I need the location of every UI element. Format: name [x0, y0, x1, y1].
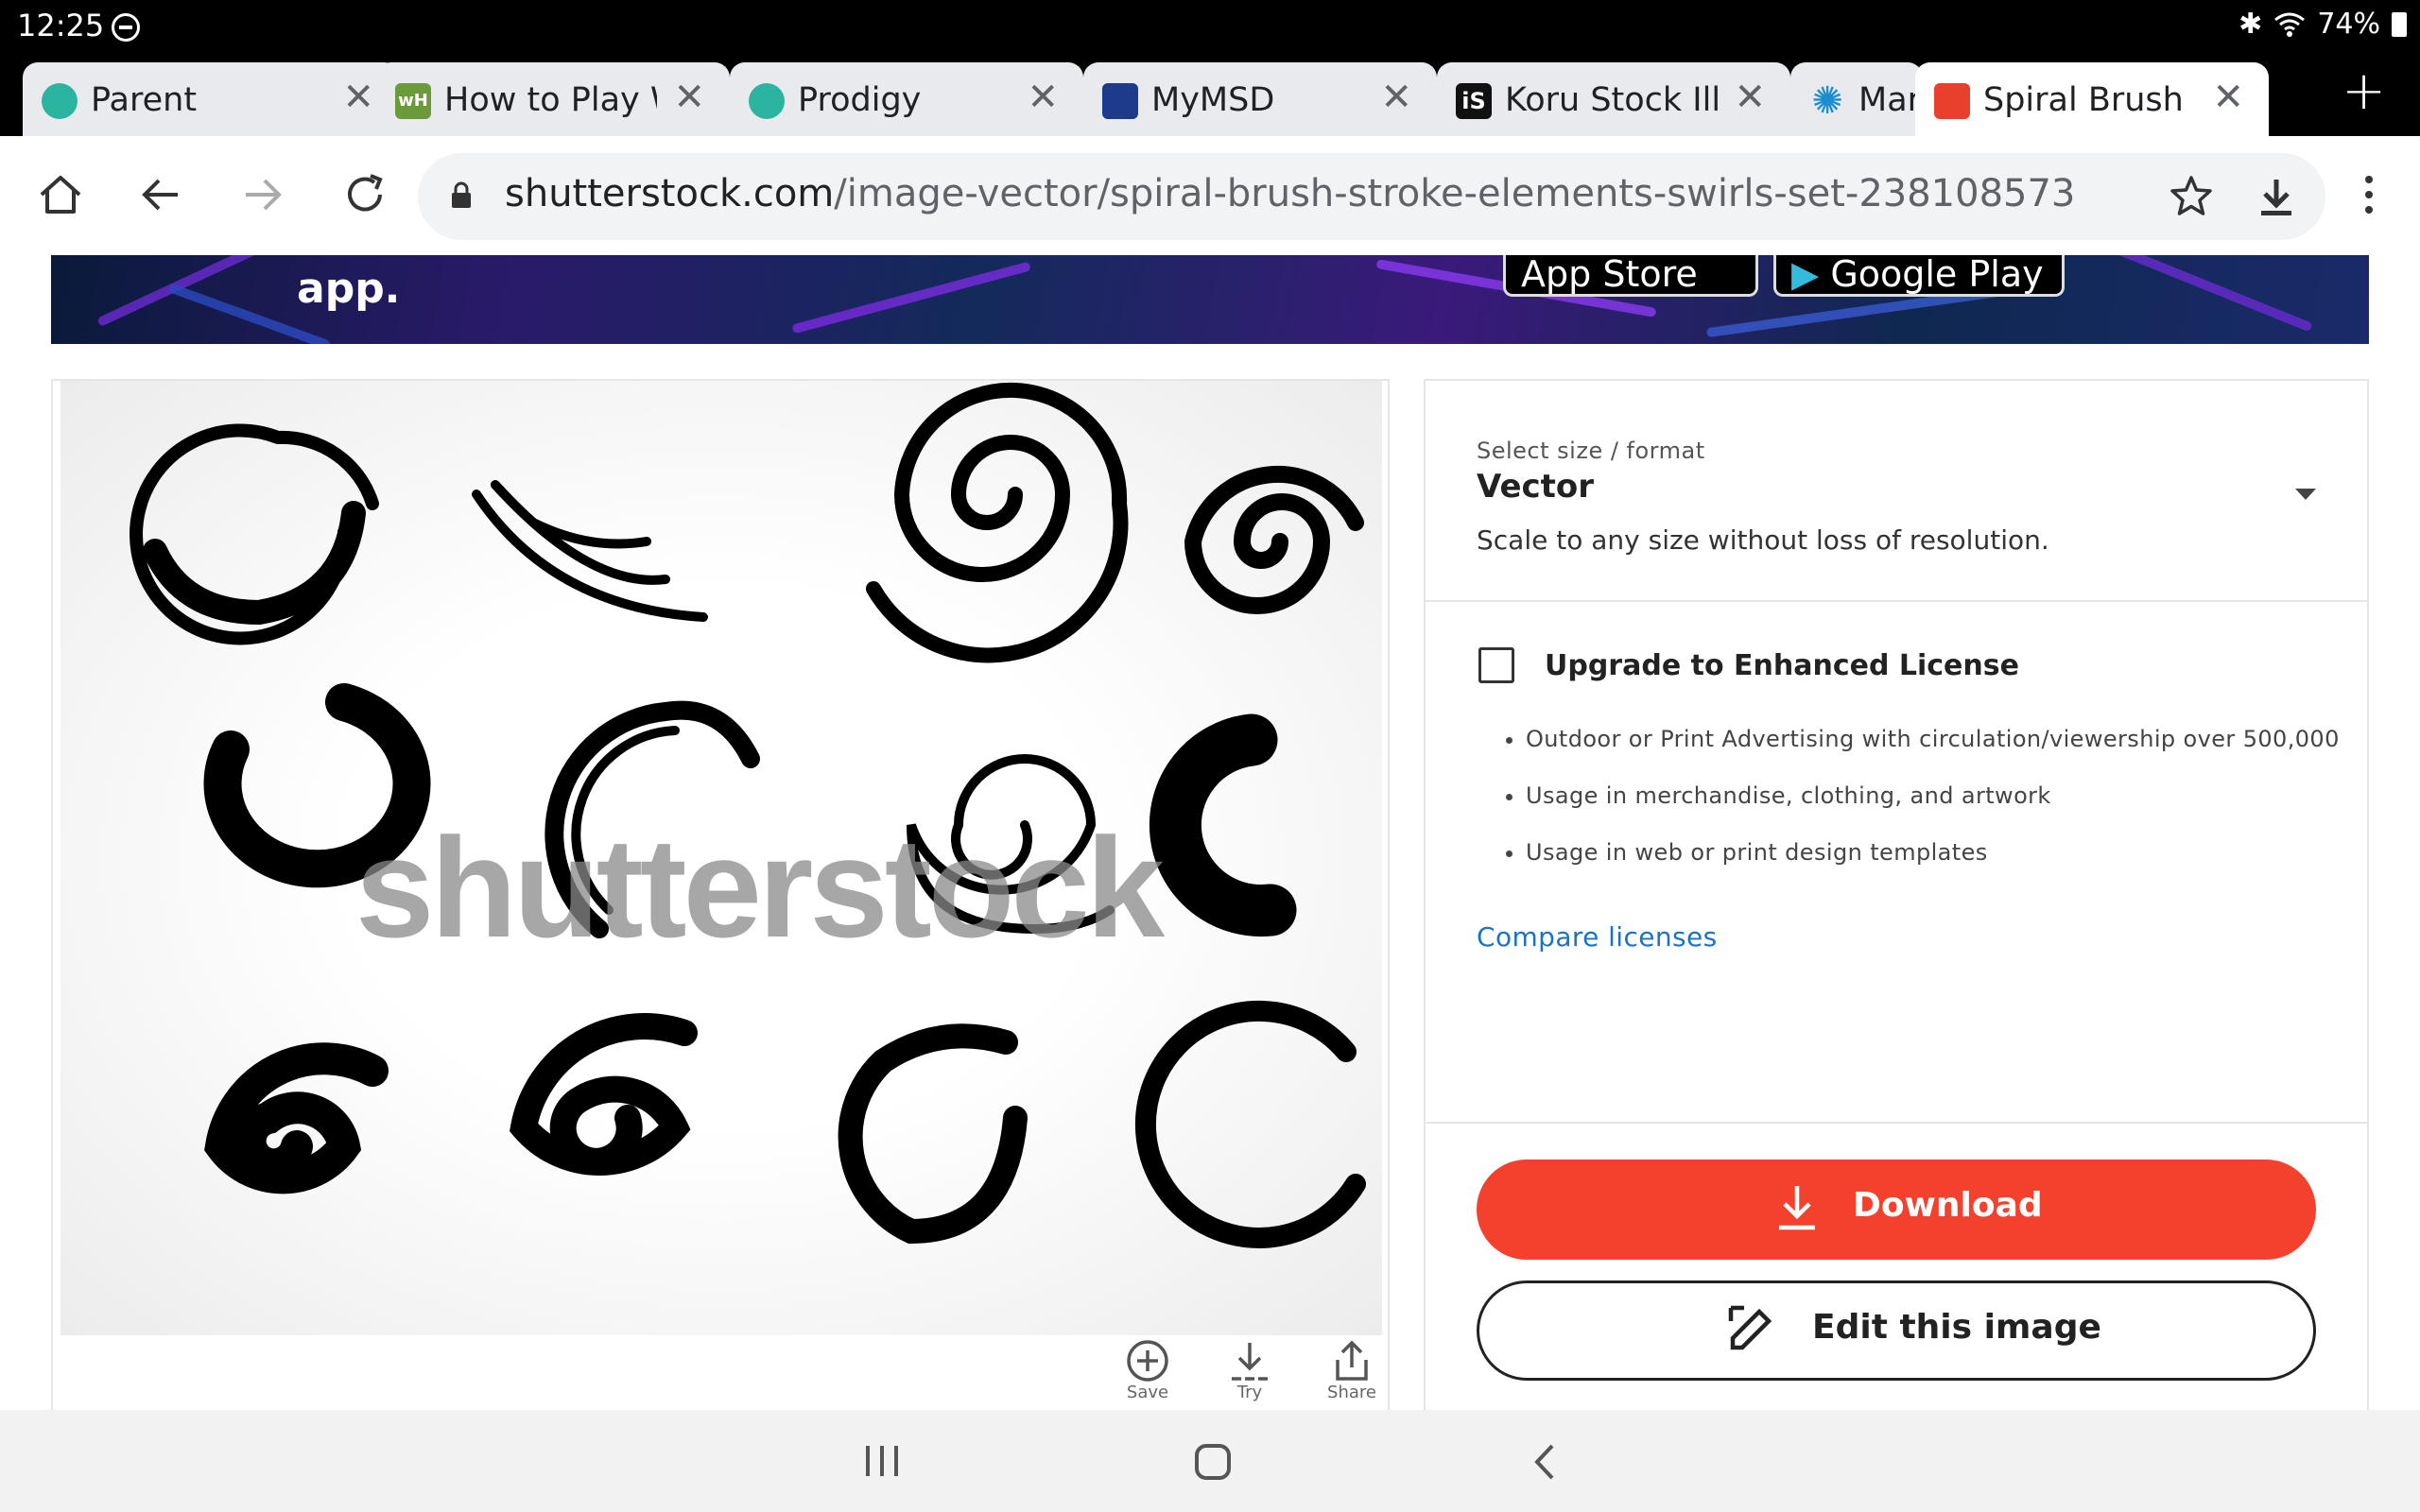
format-description: Scale to any size without loss of resolu… [1477, 524, 2049, 556]
forward-icon[interactable] [234, 166, 291, 223]
size-format-selector[interactable]: Select size / format Vector Scale to any… [1426, 381, 2367, 602]
compare-licenses-link[interactable]: Compare licenses [1477, 921, 1718, 953]
edit-label: Edit this image [1812, 1308, 2101, 1347]
chevron-down-icon[interactable] [2295, 489, 2316, 500]
app-store-label: App Store [1521, 255, 1698, 295]
tab-mymsd[interactable]: MyMSD ✕ [1083, 62, 1437, 136]
list-item: Outdoor or Print Advertising with circul… [1526, 725, 2340, 753]
close-icon[interactable]: ✕ [673, 76, 705, 119]
istock-icon: iS [1456, 83, 1492, 119]
tab-title: Mar [1858, 81, 1915, 119]
enhanced-license-section: Upgrade to Enhanced License Outdoor or P… [1426, 602, 2367, 1124]
clock: 12:25 [17, 8, 105, 43]
close-icon[interactable]: ✕ [1380, 76, 1412, 119]
tab-koru-stock[interactable]: iS Koru Stock Illus ✕ [1437, 62, 1790, 136]
tab-how-to-play[interactable]: wH How to Play Wi ✕ [376, 62, 730, 136]
tab-title: MyMSD [1151, 81, 1275, 119]
share-label: Share [1327, 1383, 1376, 1402]
tab-parent[interactable]: Parent ✕ [23, 62, 399, 136]
enhanced-license-checkbox[interactable] [1478, 647, 1514, 683]
status-icons: ✱ 74% [2238, 8, 2407, 41]
status-bar: 12:25 ✱ 74% [0, 0, 2420, 53]
back-icon[interactable] [132, 166, 189, 223]
download-label: Download [1853, 1186, 2043, 1225]
shutterstock-icon [1934, 83, 1970, 119]
url-path: /image-vector/spiral-brush-stroke-elemen… [834, 172, 2076, 215]
download-icon[interactable] [2256, 176, 2297, 217]
wh-icon: wH [395, 83, 431, 119]
tab-strip: Parent ✕ wH How to Play Wi ✕ Prodigy ✕ M… [0, 53, 2420, 136]
bluetooth-icon: ✱ [2238, 8, 2263, 41]
app-store-button[interactable]: App Store [1503, 255, 1758, 297]
recent-apps-icon[interactable] [860, 1442, 904, 1480]
tab-title: Spiral Brush St [1983, 81, 2196, 119]
battery-level: 74% [2317, 8, 2380, 41]
tab-prodigy[interactable]: Prodigy ✕ [730, 62, 1083, 136]
watermark: shutterstock [355, 808, 1165, 967]
format-value: Vector [1477, 468, 1595, 506]
tab-title: Koru Stock Illus [1505, 81, 1718, 119]
google-play-button[interactable]: ▶ Google Play [1773, 255, 2065, 297]
close-icon[interactable]: ✕ [2212, 76, 2244, 119]
enhanced-license-benefits: Outdoor or Print Advertising with circul… [1507, 725, 2340, 895]
frog-icon [749, 83, 785, 119]
close-icon[interactable]: ✕ [1734, 76, 1766, 119]
list-item: Usage in merchandise, clothing, and artw… [1526, 782, 2340, 810]
splash-icon: ✺ [1811, 79, 1843, 123]
url-text[interactable]: shutterstock.com/image-vector/spiral-bru… [505, 172, 2075, 215]
mymsd-icon [1102, 83, 1138, 119]
size-label: Select size / format [1477, 438, 1705, 464]
home-icon[interactable] [32, 166, 89, 223]
do-not-disturb-icon [112, 13, 140, 42]
tab-title: How to Play Wi [444, 81, 657, 119]
app-promo-banner: app. App Store ▶ Google Play [51, 255, 2369, 344]
download-icon [1779, 1186, 1815, 1230]
frog-icon [42, 83, 78, 119]
battery-icon [2392, 11, 2407, 37]
share-action[interactable]: Share [1314, 1337, 1390, 1410]
tab-title: Parent [91, 81, 198, 119]
plus-circle-icon [1127, 1340, 1168, 1382]
tab-mar[interactable]: ✺ Mar [1790, 62, 1923, 136]
tab-spiral-brush[interactable]: Spiral Brush St ✕ [1915, 62, 2269, 136]
url-domain: shutterstock.com [505, 172, 835, 215]
preview-image[interactable]: shutterstock [60, 381, 1382, 1335]
enhanced-license-title[interactable]: Upgrade to Enhanced License [1545, 649, 2019, 682]
reload-icon[interactable] [337, 166, 393, 223]
play-icon: ▶ [1791, 255, 1831, 295]
lock-icon[interactable] [450, 181, 473, 210]
close-icon[interactable]: ✕ [342, 76, 374, 119]
try-action[interactable]: Try [1212, 1337, 1288, 1410]
wifi-icon [2274, 12, 2306, 37]
download-button[interactable]: Download [1477, 1160, 2316, 1260]
browser-toolbar: shutterstock.com/image-vector/spiral-bru… [0, 136, 2420, 256]
download-dashed-icon [1232, 1343, 1268, 1381]
close-icon[interactable]: ✕ [1027, 76, 1059, 119]
license-panel: Select size / format Vector Scale to any… [1424, 379, 2369, 1410]
save-label: Save [1126, 1383, 1169, 1402]
new-tab-icon[interactable]: + [2342, 60, 2386, 122]
bookmark-star-icon[interactable] [2169, 174, 2214, 219]
back-nav-icon[interactable] [1528, 1442, 1562, 1482]
edit-icon [1728, 1305, 1772, 1350]
system-nav-bar [0, 1410, 2420, 1512]
share-icon [1336, 1340, 1368, 1381]
image-preview-panel: shutterstock Save Try Share [51, 379, 1390, 1410]
list-item: Usage in web or print design templates [1526, 838, 2340, 867]
save-action[interactable]: Save [1110, 1337, 1185, 1410]
banner-text: app. [297, 265, 401, 313]
edit-image-button[interactable]: Edit this image [1477, 1280, 2316, 1381]
tab-title: Prodigy [798, 81, 922, 119]
web-page: app. App Store ▶ Google Play shutterstoc… [0, 255, 2420, 1410]
try-label: Try [1236, 1383, 1263, 1402]
menu-kebab-icon[interactable] [2341, 166, 2397, 223]
google-play-label: Google Play [1830, 255, 2044, 295]
address-bar[interactable]: shutterstock.com/image-vector/spiral-bru… [418, 153, 2325, 240]
home-nav-icon[interactable] [1193, 1442, 1233, 1482]
